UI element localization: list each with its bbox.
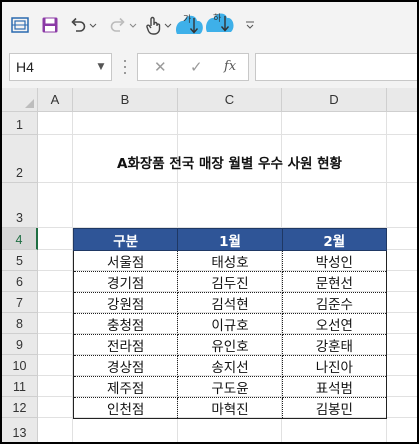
table-cell[interactable]: 강훈태 (281, 334, 388, 356)
formula-bar-row: H4 ▼ ✕ ✓ fx (2, 46, 417, 92)
row-header-6[interactable]: 6 (2, 271, 38, 292)
table-cell[interactable]: 송지선 (177, 355, 283, 377)
undo-dropdown-icon[interactable] (88, 12, 98, 38)
header-cell-jan[interactable]: 1월 (177, 228, 283, 251)
table-cell[interactable]: 경상점 (72, 355, 179, 377)
formula-buttons: ✕ ✓ fx (137, 53, 249, 81)
header-cell-feb[interactable]: 2월 (281, 228, 388, 251)
row-header-10[interactable]: 10 (2, 355, 38, 376)
table-cell[interactable]: 박성인 (281, 250, 388, 272)
save-icon[interactable] (39, 12, 61, 38)
table-cell[interactable]: 나진아 (281, 355, 388, 377)
column-header-e[interactable] (387, 88, 417, 112)
row-header-9[interactable]: 9 (2, 334, 38, 355)
table-cell[interactable]: 전라점 (72, 334, 179, 356)
row-header-1[interactable]: 1 (2, 112, 38, 135)
table-row: 인천점 마혁진 김봉민 (72, 397, 388, 419)
row-header-7[interactable]: 7 (2, 292, 38, 313)
spreadsheet-grid[interactable]: A B C D 1 2 3 4 5 6 7 8 9 10 11 12 13 A화… (2, 88, 417, 442)
screen-capture-icon[interactable] (8, 12, 32, 38)
table-row: 제주점 구도윤 표석범 (72, 376, 388, 398)
row-header-5[interactable]: 5 (2, 250, 38, 271)
table-row: 충청점 이규호 오선연 (72, 313, 388, 335)
column-header-a[interactable]: A (38, 88, 73, 112)
insert-function-icon[interactable]: fx (224, 59, 236, 74)
table-row: 서울점 태성호 박성인 (72, 250, 388, 272)
table-cell[interactable]: 이규호 (177, 313, 283, 335)
table-cell[interactable]: 문현선 (281, 271, 388, 293)
row-header-4[interactable]: 4 (2, 228, 38, 250)
chevron-down-icon[interactable]: ▼ (91, 62, 111, 72)
row-header-12[interactable]: 12 (2, 397, 38, 418)
excel-window: 가 하 H4 ▼ ✕ ✓ fx A B C D 1 2 3 4 5 6 7 8 … (2, 2, 417, 442)
name-box-value: H4 (16, 59, 34, 75)
redo-dropdown-icon[interactable] (128, 12, 138, 38)
customize-toolbar-icon[interactable] (244, 12, 256, 38)
svg-text:가: 가 (183, 14, 191, 24)
table-cell[interactable]: 김준수 (281, 292, 388, 314)
redo-icon[interactable] (108, 12, 128, 38)
row-header-11[interactable]: 11 (2, 376, 38, 397)
table-cell[interactable]: 김봉민 (281, 397, 388, 419)
table-row: 전라점 유인호 강훈태 (72, 334, 388, 356)
table-cell[interactable]: 태성호 (177, 250, 283, 272)
row-header-2[interactable]: 2 (2, 135, 38, 183)
touch-dropdown-icon[interactable] (163, 12, 173, 38)
table-cell[interactable]: 김석현 (177, 292, 283, 314)
undo-icon[interactable] (68, 12, 88, 38)
table-cell[interactable]: 강원점 (72, 292, 179, 314)
table-row: 경기점 김두진 문현선 (72, 271, 388, 293)
table-row: 강원점 김석현 김준수 (72, 292, 388, 314)
table-cell[interactable]: 충청점 (72, 313, 179, 335)
table-cell[interactable]: 표석범 (281, 376, 388, 398)
enter-icon[interactable]: ✓ (190, 58, 203, 76)
gridline (38, 182, 417, 183)
table-row: 경상점 송지선 나진아 (72, 355, 388, 377)
sort-descending-icon[interactable]: 하 (205, 8, 235, 42)
row-header-3[interactable]: 3 (2, 183, 38, 228)
employee-table: 구분 1월 2월 서울점 태성호 박성인 경기점 김두진 문현선 강원점 김석현… (72, 228, 388, 419)
header-cell-category[interactable]: 구분 (72, 228, 179, 251)
table-cell[interactable]: 오선연 (281, 313, 388, 335)
sheet-title[interactable]: A화장품 전국 매장 월별 우수 사원 현황 (73, 152, 386, 172)
select-all-button[interactable] (2, 88, 38, 112)
splitter-handle[interactable] (123, 60, 127, 74)
table-cell[interactable]: 유인호 (177, 334, 283, 356)
table-cell[interactable]: 서울점 (72, 250, 179, 272)
column-header-c[interactable]: C (178, 88, 282, 112)
column-header-d[interactable]: D (282, 88, 387, 112)
row-header-8[interactable]: 8 (2, 313, 38, 334)
sort-ascending-icon[interactable]: 가 (174, 8, 204, 42)
table-cell[interactable]: 제주점 (72, 376, 179, 398)
table-cell[interactable]: 구도윤 (177, 376, 283, 398)
name-box[interactable]: H4 ▼ (9, 53, 112, 81)
quick-access-toolbar: 가 하 (2, 2, 417, 46)
row-header-13[interactable]: 13 (2, 418, 38, 442)
touch-mode-icon[interactable] (143, 12, 163, 38)
cancel-icon[interactable]: ✕ (154, 58, 167, 76)
formula-input[interactable] (255, 53, 417, 81)
gridline (38, 134, 417, 135)
column-header-b[interactable]: B (73, 88, 178, 112)
table-cell[interactable]: 마혁진 (177, 397, 283, 419)
table-cell[interactable]: 인천점 (72, 397, 179, 419)
table-cell[interactable]: 경기점 (72, 271, 179, 293)
table-cell[interactable]: 김두진 (177, 271, 283, 293)
table-header-row: 구분 1월 2월 (72, 228, 388, 251)
svg-text:하: 하 (213, 13, 222, 23)
